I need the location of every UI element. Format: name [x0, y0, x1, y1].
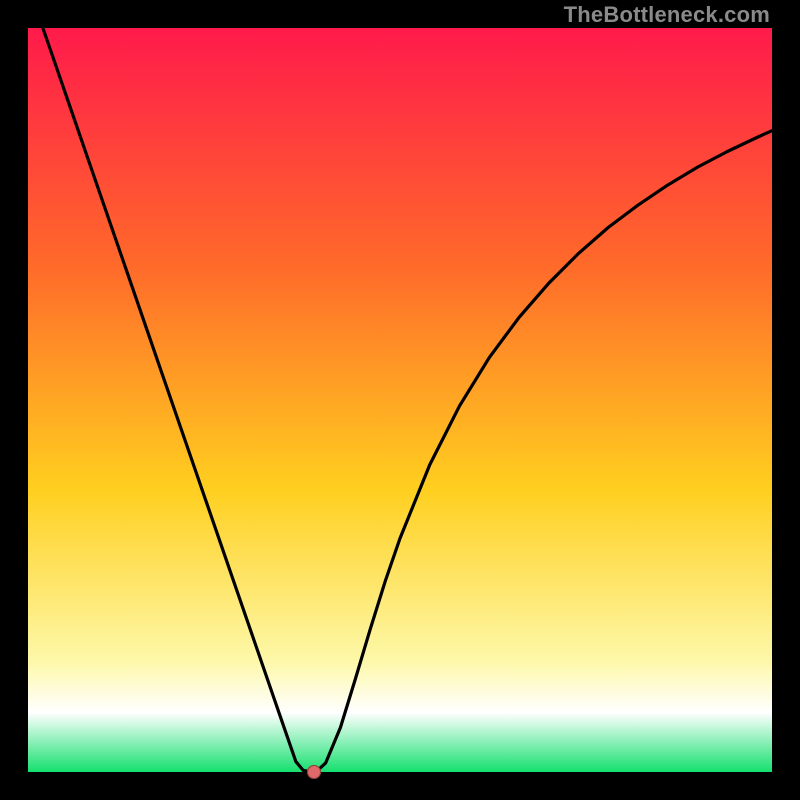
optimum-marker	[307, 765, 321, 779]
bottleneck-curve	[28, 28, 772, 772]
chart-frame	[28, 28, 772, 772]
watermark: TheBottleneck.com	[564, 2, 770, 28]
